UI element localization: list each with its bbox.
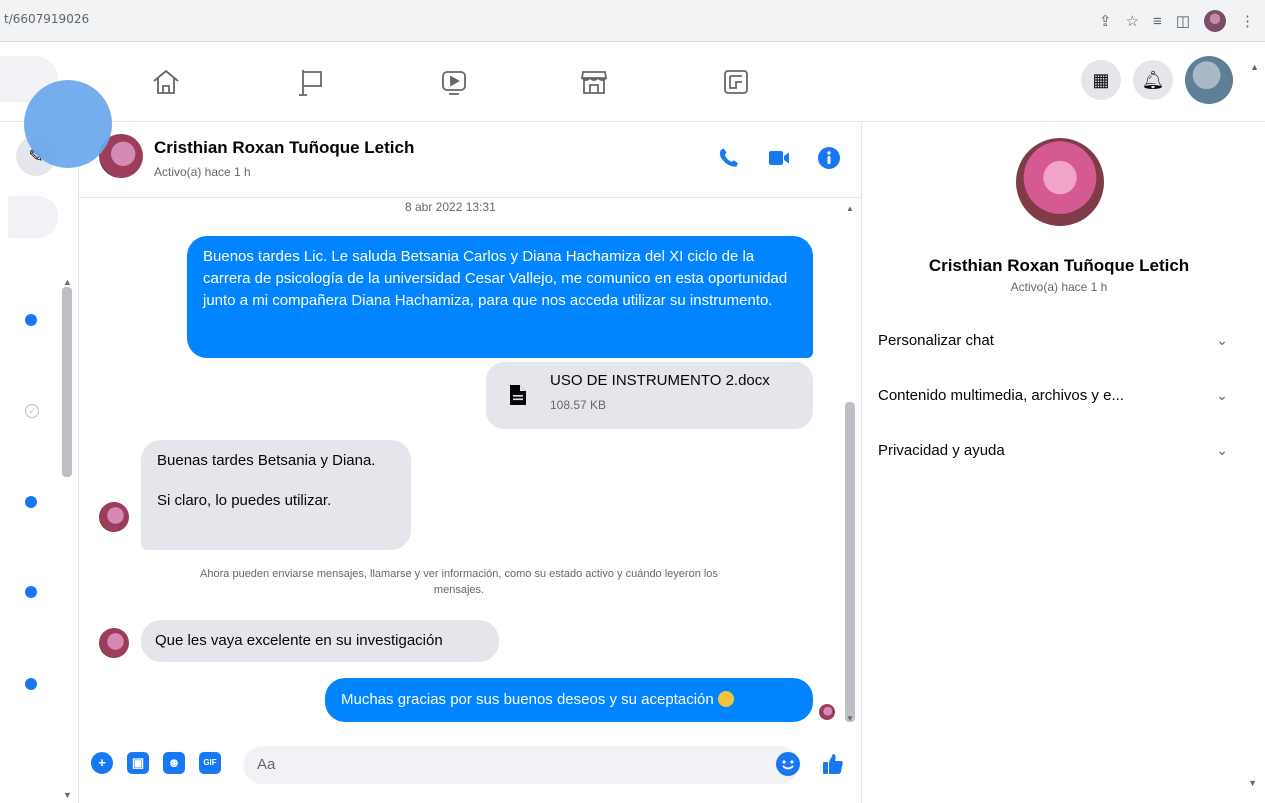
outgoing-message[interactable]: Muchas gracias por sus buenos deseos y s… bbox=[325, 678, 813, 722]
browser-toolbar: t/6607919026 ⇪ ☆ ≡ ◫ ⋮ bbox=[0, 0, 1265, 42]
chat-list-scrollbar[interactable] bbox=[62, 287, 72, 477]
incoming-message[interactable]: Buenas tardes Betsania y Diana. Si claro… bbox=[141, 440, 411, 550]
scroll-up-arrow-icon[interactable]: ▲ bbox=[846, 204, 854, 213]
file-name: USO DE INSTRUMENTO 2.docx bbox=[550, 372, 770, 389]
section-label: Personalizar chat bbox=[878, 332, 994, 349]
conversation-panel: Cristhian Roxan Tuñoque Letich Activo(a)… bbox=[78, 122, 863, 803]
header-actions bbox=[717, 146, 841, 170]
gif-icon[interactable]: GIF bbox=[199, 752, 221, 774]
contact-info-panel: ▲ Cristhian Roxan Tuñoque Letich Activo(… bbox=[862, 62, 1265, 803]
url-bar[interactable]: t/6607919026 bbox=[4, 12, 89, 26]
section-privacy-help[interactable]: Privacidad y ayuda ⌄ bbox=[878, 442, 1228, 459]
message-line: Si claro, lo puedes utilizar. bbox=[157, 492, 332, 509]
reading-list-icon[interactable]: ≡ bbox=[1153, 13, 1162, 30]
section-media-files[interactable]: Contenido multimedia, archivos y e... ⌄ bbox=[878, 387, 1228, 404]
nav-right-actions: ▦ 🔔︎ bbox=[1081, 56, 1233, 104]
message-text: Muchas gracias por sus buenos deseos y s… bbox=[341, 691, 714, 708]
contact-avatar-small[interactable] bbox=[99, 502, 129, 532]
info-contact-status: Activo(a) hace 1 h bbox=[1010, 280, 1108, 294]
section-customize-chat[interactable]: Personalizar chat ⌄ bbox=[878, 332, 1228, 349]
chevron-down-icon: ⌄ bbox=[1216, 442, 1228, 458]
plus-icon[interactable]: + bbox=[91, 752, 113, 774]
message-input[interactable]: Aa bbox=[243, 746, 799, 784]
unread-dot bbox=[25, 678, 37, 690]
marketplace-icon[interactable] bbox=[578, 66, 610, 98]
outgoing-message[interactable]: Buenos tardes Lic. Le saluda Betsania Ca… bbox=[187, 236, 813, 358]
phone-icon[interactable] bbox=[717, 146, 741, 170]
file-size: 108.57 KB bbox=[550, 398, 607, 412]
chat-list-rail: ✎ ▲ ✓ ▼ bbox=[0, 122, 78, 803]
share-icon[interactable]: ⇪ bbox=[1099, 12, 1112, 30]
section-label: Contenido multimedia, archivos y e... bbox=[878, 387, 1124, 404]
photo-icon[interactable]: ▣ bbox=[127, 752, 149, 774]
bookmark-star-icon[interactable]: ☆ bbox=[1126, 12, 1139, 30]
seen-indicator-avatar bbox=[819, 704, 835, 720]
side-panel-icon[interactable]: ◫ bbox=[1176, 12, 1190, 30]
incoming-message[interactable]: Que les vaya excelente en su investigaci… bbox=[141, 620, 499, 662]
smiling-emoji-icon bbox=[717, 691, 734, 707]
contact-status: Activo(a) hace 1 h bbox=[154, 165, 251, 179]
message-line: Buenas tardes Betsania y Diana. bbox=[157, 452, 376, 469]
scroll-up-arrow-icon[interactable]: ▲ bbox=[1250, 62, 1259, 72]
read-check-icon: ✓ bbox=[25, 404, 39, 418]
message-composer: + ▣ ☻ GIF Aa bbox=[79, 742, 863, 803]
emoji-icon[interactable] bbox=[776, 752, 800, 776]
contact-name[interactable]: Cristhian Roxan Tuñoque Letich bbox=[154, 138, 414, 158]
unread-dot bbox=[25, 496, 37, 508]
chevron-down-icon: ⌄ bbox=[1216, 332, 1228, 348]
scroll-down-arrow-icon[interactable]: ▼ bbox=[1248, 778, 1257, 788]
video-icon[interactable] bbox=[767, 146, 791, 170]
contact-profile-photo[interactable] bbox=[1016, 138, 1104, 226]
unread-dot bbox=[25, 314, 37, 326]
sticker-icon[interactable]: ☻ bbox=[163, 752, 185, 774]
scroll-down-arrow-icon[interactable]: ▼ bbox=[63, 790, 72, 800]
home-icon[interactable] bbox=[150, 66, 182, 98]
browser-menu-icon[interactable]: ⋮ bbox=[1240, 12, 1255, 30]
info-icon[interactable] bbox=[817, 146, 841, 170]
menu-grid-icon[interactable]: ▦ bbox=[1081, 60, 1121, 100]
file-attachment[interactable]: USO DE INSTRUMENTO 2.docx 108.57 KB bbox=[486, 362, 813, 429]
notifications-bell-icon[interactable]: 🔔︎ bbox=[1133, 60, 1173, 100]
document-icon bbox=[510, 385, 526, 405]
browser-actions: ⇪ ☆ ≡ ◫ ⋮ bbox=[1099, 8, 1255, 34]
gaming-icon[interactable] bbox=[720, 66, 752, 98]
chevron-down-icon: ⌄ bbox=[1216, 387, 1228, 403]
conversation-scrollbar[interactable] bbox=[845, 402, 855, 722]
conversation-header: Cristhian Roxan Tuñoque Letich Activo(a)… bbox=[79, 122, 863, 198]
top-navigation: ▦ 🔔︎ bbox=[0, 42, 1265, 122]
scroll-up-arrow-icon[interactable]: ▲ bbox=[63, 277, 72, 287]
unread-dot bbox=[25, 586, 37, 598]
like-icon[interactable] bbox=[821, 752, 845, 782]
touch-indicator bbox=[24, 80, 112, 168]
system-notice: Ahora pueden enviarse mensajes, llamarse… bbox=[200, 568, 718, 596]
account-avatar[interactable] bbox=[1185, 56, 1233, 104]
info-contact-name: Cristhian Roxan Tuñoque Letich bbox=[928, 256, 1190, 275]
contact-avatar-small[interactable] bbox=[99, 628, 129, 658]
scroll-down-arrow-icon[interactable]: ▼ bbox=[846, 714, 854, 723]
browser-profile-avatar[interactable] bbox=[1204, 10, 1226, 32]
date-separator: 8 abr 2022 13:31 bbox=[405, 200, 496, 214]
flag-icon[interactable] bbox=[296, 66, 328, 98]
section-label: Privacidad y ayuda bbox=[878, 442, 1005, 459]
watch-icon[interactable] bbox=[438, 66, 470, 98]
chat-search-field[interactable] bbox=[8, 196, 58, 238]
